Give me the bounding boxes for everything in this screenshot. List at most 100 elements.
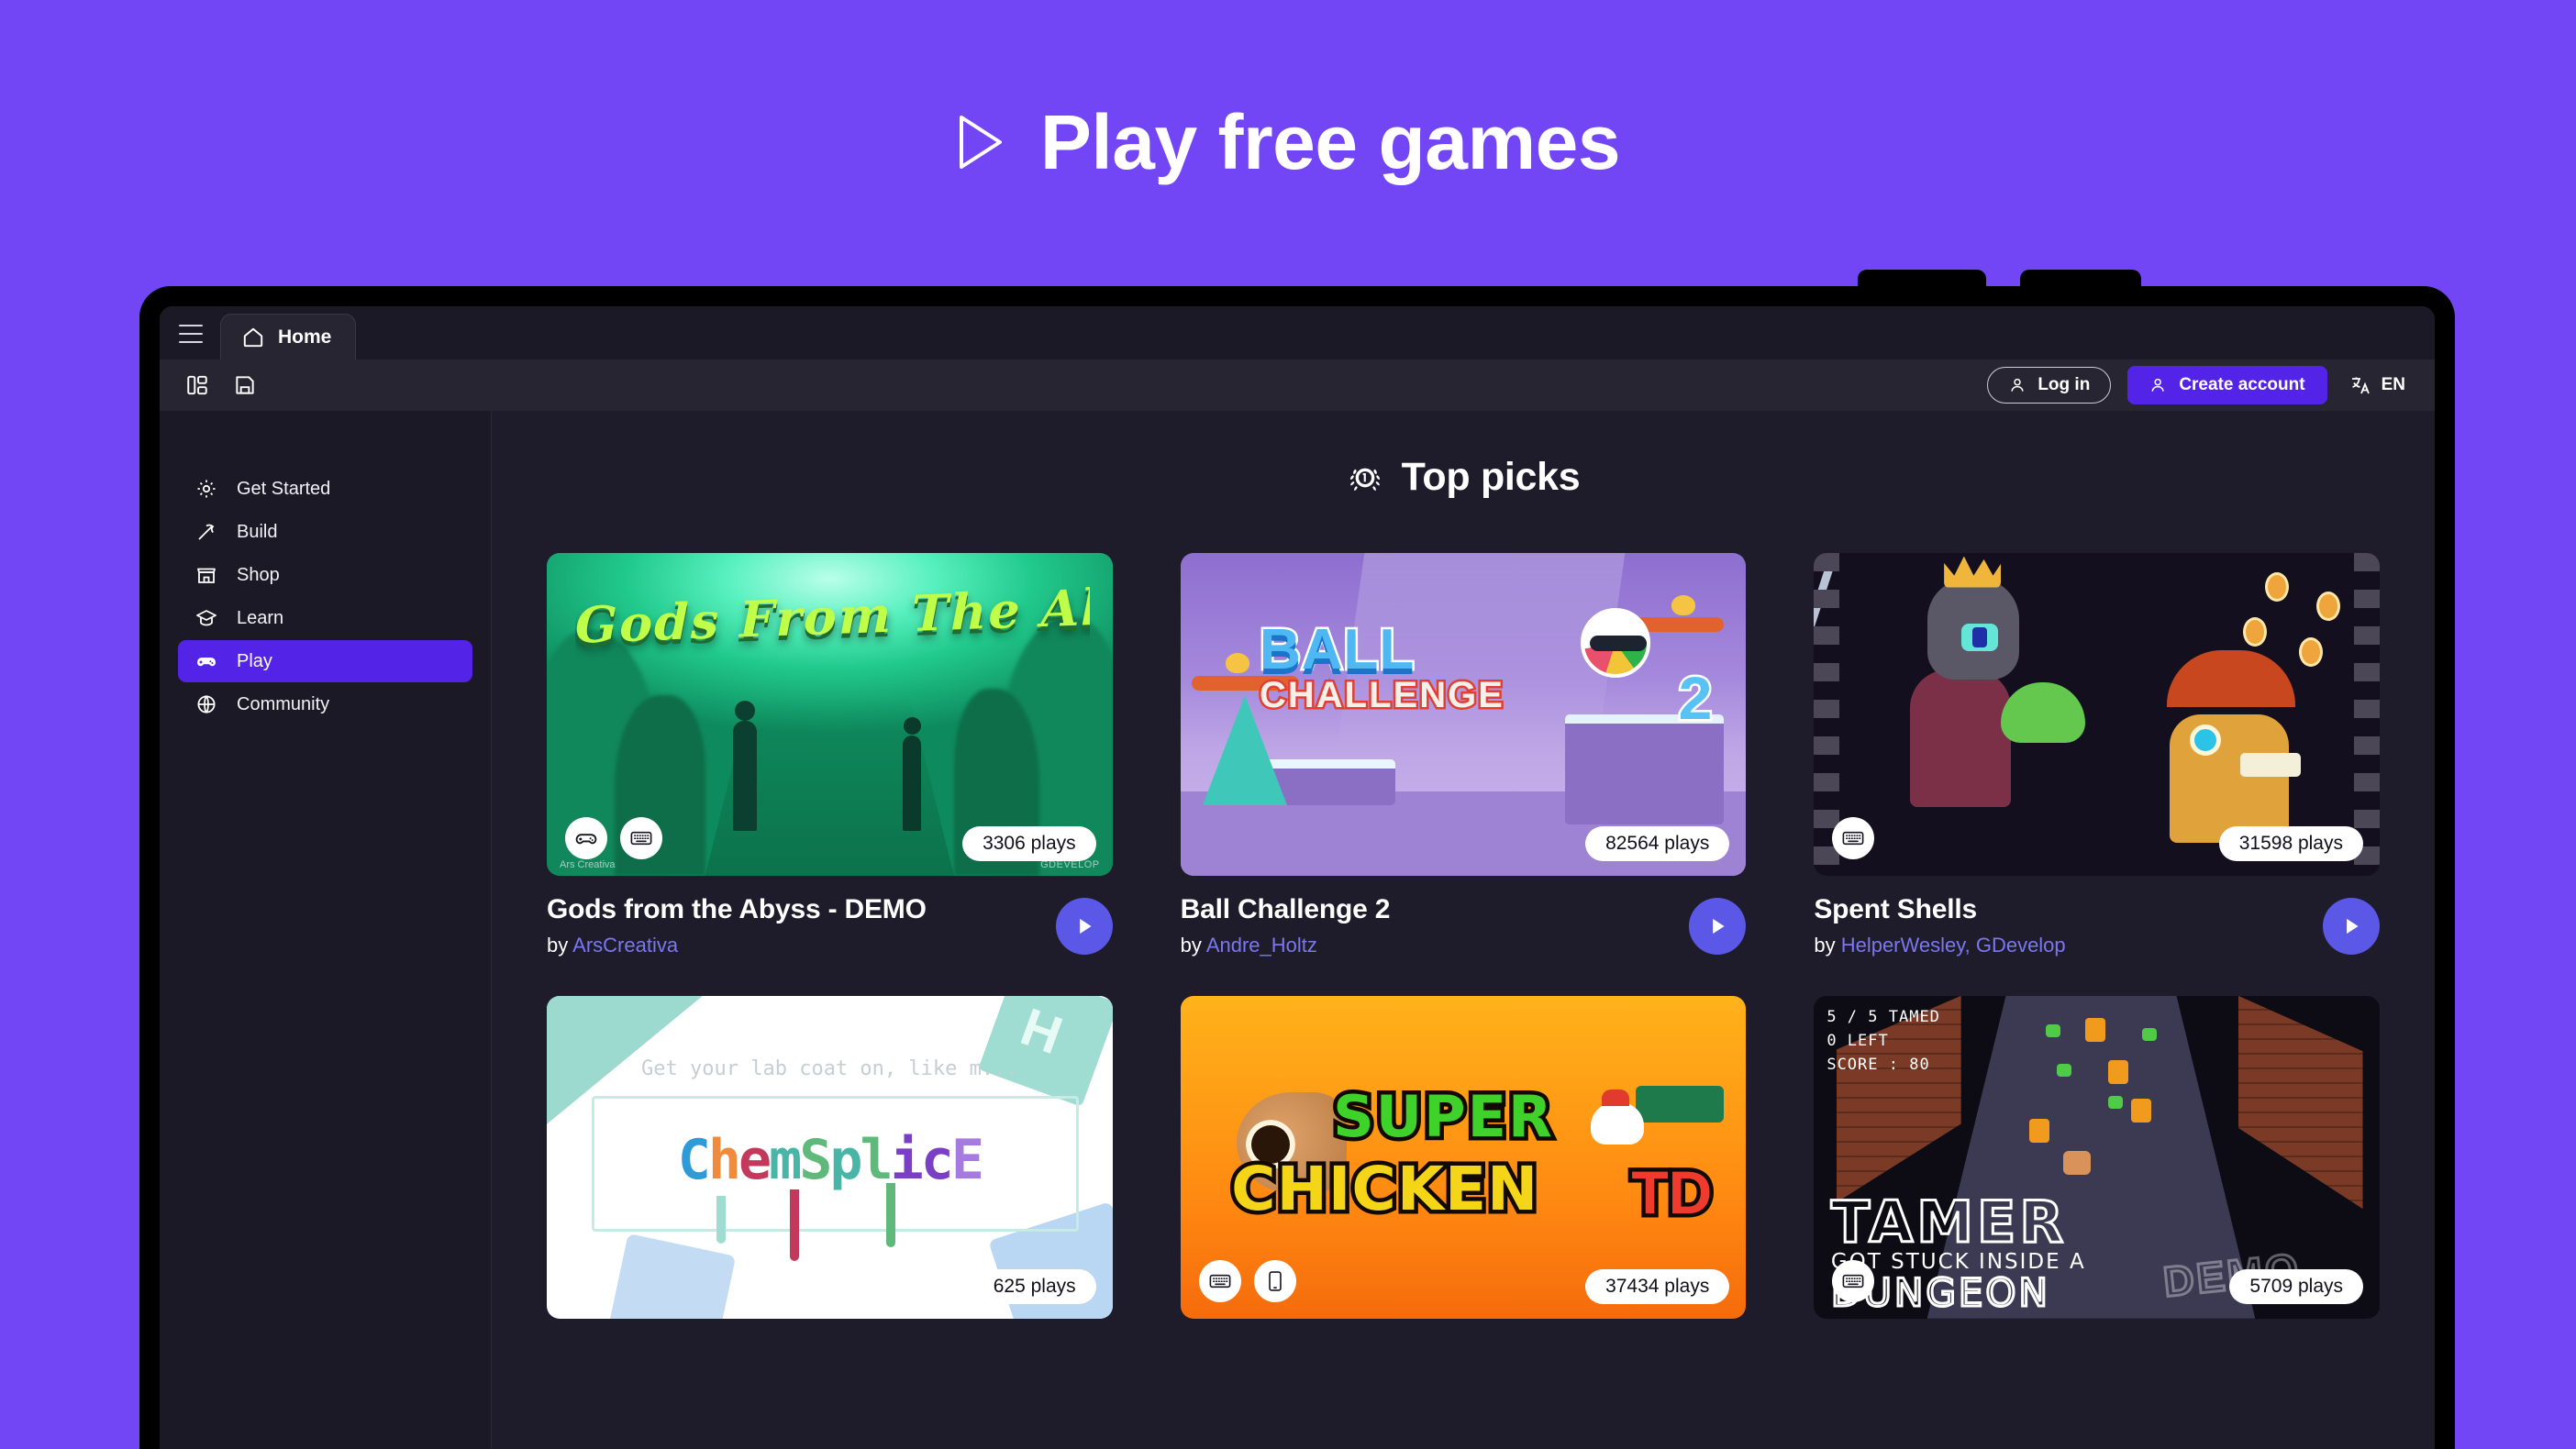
game-title[interactable]: Gods from the Abyss - DEMO	[547, 894, 1041, 926]
login-button[interactable]: Log in	[1987, 367, 2112, 404]
sidebar-item-play[interactable]: Play	[178, 640, 472, 682]
game-card[interactable]: 5 / 5 TAMED 0 LEFT SCORE : 80 DEMO TAMER…	[1814, 995, 2380, 1319]
game-author: by Andre_Holtz	[1181, 934, 1675, 957]
sparkle-sun-icon	[194, 477, 218, 501]
game-title[interactable]: Ball Challenge 2	[1181, 894, 1675, 926]
game-card-meta: Spent Shells by HelperWesley, GDevelop	[1814, 876, 2380, 957]
play-button[interactable]	[1689, 898, 1747, 955]
app-screen: Home Log in Create account EN Get Starte…	[160, 306, 2435, 1449]
plays-badge: 82564 plays	[1585, 826, 1730, 861]
graduation-cap-icon	[194, 606, 218, 630]
keyboard-icon	[620, 817, 662, 859]
hud-line-1: 5 / 5 TAMED	[1827, 1007, 1940, 1026]
game-card[interactable]: BALL CHALLENGE 2 82564 plays Ball Challe…	[1180, 553, 1747, 957]
gamepad-icon	[565, 817, 607, 859]
section-header: Top picks	[547, 455, 2380, 500]
play-button[interactable]	[2323, 898, 2380, 955]
save-floppy-icon[interactable]	[231, 371, 259, 399]
section-title: Top picks	[1401, 455, 1581, 499]
game-card-meta: Ball Challenge 2 by Andre_Holtz	[1181, 876, 1747, 957]
plays-badge: 3306 plays	[962, 826, 1096, 861]
play-button[interactable]	[1055, 898, 1113, 955]
device-frame: Home Log in Create account EN Get Starte…	[139, 286, 2455, 1449]
sidebar-item-shop[interactable]: Shop	[178, 554, 472, 596]
globe-icon	[194, 692, 218, 716]
panel-layout-icon[interactable]	[183, 371, 211, 399]
by-prefix: by	[1814, 933, 1836, 957]
user-icon	[2011, 378, 2024, 392]
artwork-logo-text: ChemSplicE	[677, 1128, 984, 1193]
game-card[interactable]: Gods From The Abyss Ars Creativa GDEVELO…	[547, 553, 1113, 957]
keyboard-icon	[1832, 1259, 1875, 1302]
artwork-title-line2: CHALLENGE	[1257, 673, 1505, 718]
sidebar-item-community[interactable]: Community	[178, 683, 472, 725]
plays-badge: 37434 plays	[1585, 1268, 1730, 1304]
game-thumbnail[interactable]: SUPER CHICKEN TD 37434 plays	[1180, 995, 1747, 1319]
language-selector[interactable]: EN	[2344, 374, 2411, 396]
main-content: Top picks Gods From The Abyss Ars Creati…	[492, 411, 2435, 1449]
platform-badges	[1198, 1259, 1296, 1302]
by-prefix: by	[1180, 933, 1202, 957]
artwork-logo-line1: TAMER	[1829, 1188, 2068, 1255]
plays-badge: 5709 plays	[2229, 1268, 2363, 1304]
app-body: Get Started Build Shop Learn Play Commun…	[160, 411, 2435, 1449]
toolbar-left-group	[183, 371, 259, 399]
home-icon	[243, 327, 263, 347]
sidebar-item-build[interactable]: Build	[178, 511, 472, 553]
store-icon	[194, 563, 218, 587]
gamepad-icon	[194, 649, 218, 673]
tab-bar: Home	[160, 306, 2435, 359]
sidebar-item-label: Learn	[237, 607, 284, 628]
author-link[interactable]: HelperWesley, GDevelop	[1841, 934, 2066, 957]
plays-badge: 31598 plays	[2218, 826, 2363, 861]
sidebar-item-get-started[interactable]: Get Started	[178, 468, 472, 510]
game-card[interactable]: SUPER CHICKEN TD 37434 plays	[1180, 995, 1747, 1319]
platform-badges	[565, 817, 662, 859]
tab-home[interactable]: Home	[220, 314, 357, 359]
artwork-title-line2: CHICKEN	[1227, 1150, 1542, 1229]
game-thumbnail[interactable]: Gods From The Abyss Ars Creativa GDEVELO…	[547, 553, 1113, 876]
create-account-button[interactable]: Create account	[2127, 366, 2327, 404]
hamburger-menu-icon[interactable]	[171, 314, 211, 354]
sidebar-item-learn[interactable]: Learn	[178, 597, 472, 639]
sidebar-item-label: Build	[237, 521, 278, 542]
plays-badge: 625 plays	[972, 1268, 1096, 1304]
artwork-watermark-left: Ars Creativa	[560, 859, 616, 870]
game-thumbnail[interactable]: Get your lab coat on, like m... ChemSpli…	[547, 995, 1113, 1319]
create-account-button-label: Create account	[2179, 375, 2305, 394]
language-label: EN	[2381, 375, 2405, 394]
artwork-title-number: 2	[1676, 661, 1715, 734]
platform-badges	[1832, 1259, 1875, 1302]
hud-line-3: SCORE : 80	[1827, 1056, 1930, 1075]
game-card[interactable]: Get your lab coat on, like m... ChemSpli…	[547, 995, 1113, 1319]
game-author: by HelperWesley, GDevelop	[1814, 934, 2308, 957]
game-grid: Gods From The Abyss Ars Creativa GDEVELO…	[547, 553, 2380, 1319]
laurel-medal-icon	[1349, 468, 1380, 491]
hero-banner: Play free games	[0, 0, 2576, 284]
tab-home-label: Home	[278, 326, 332, 348]
sidebar-item-label: Get Started	[237, 478, 331, 499]
keyboard-icon	[1832, 817, 1875, 859]
mobile-icon	[1253, 1259, 1296, 1302]
artwork-logo-text: Gods From The Abyss	[574, 582, 1090, 656]
toolbar-right-group: Log in Create account EN	[1987, 366, 2411, 404]
game-title[interactable]: Spent Shells	[1814, 894, 2308, 926]
sidebar-item-label: Play	[237, 650, 272, 671]
artwork-hud: 5 / 5 TAMED 0 LEFT SCORE : 80	[1827, 1005, 1940, 1078]
app-toolbar: Log in Create account EN	[160, 359, 2435, 411]
sidebar-item-label: Shop	[237, 564, 280, 585]
hud-line-2: 0 LEFT	[1827, 1032, 1889, 1051]
author-link[interactable]: Andre_Holtz	[1206, 934, 1317, 957]
game-card[interactable]: 31598 plays Spent Shells by HelperWesley…	[1814, 553, 2380, 957]
game-thumbnail[interactable]: 31598 plays	[1814, 553, 2380, 876]
artwork-tagline: Get your lab coat on, like m...	[641, 1056, 1018, 1080]
login-button-label: Log in	[2037, 375, 2091, 394]
sidebar-item-label: Community	[237, 693, 330, 714]
page-title: Play free games	[1039, 98, 1621, 185]
play-triangle-icon	[959, 116, 1002, 169]
game-thumbnail[interactable]: BALL CHALLENGE 2 82564 plays	[1180, 553, 1747, 876]
by-prefix: by	[547, 933, 569, 957]
game-thumbnail[interactable]: 5 / 5 TAMED 0 LEFT SCORE : 80 DEMO TAMER…	[1814, 995, 2380, 1319]
author-link[interactable]: ArsCreativa	[572, 934, 678, 957]
translate-icon	[2351, 377, 2370, 394]
